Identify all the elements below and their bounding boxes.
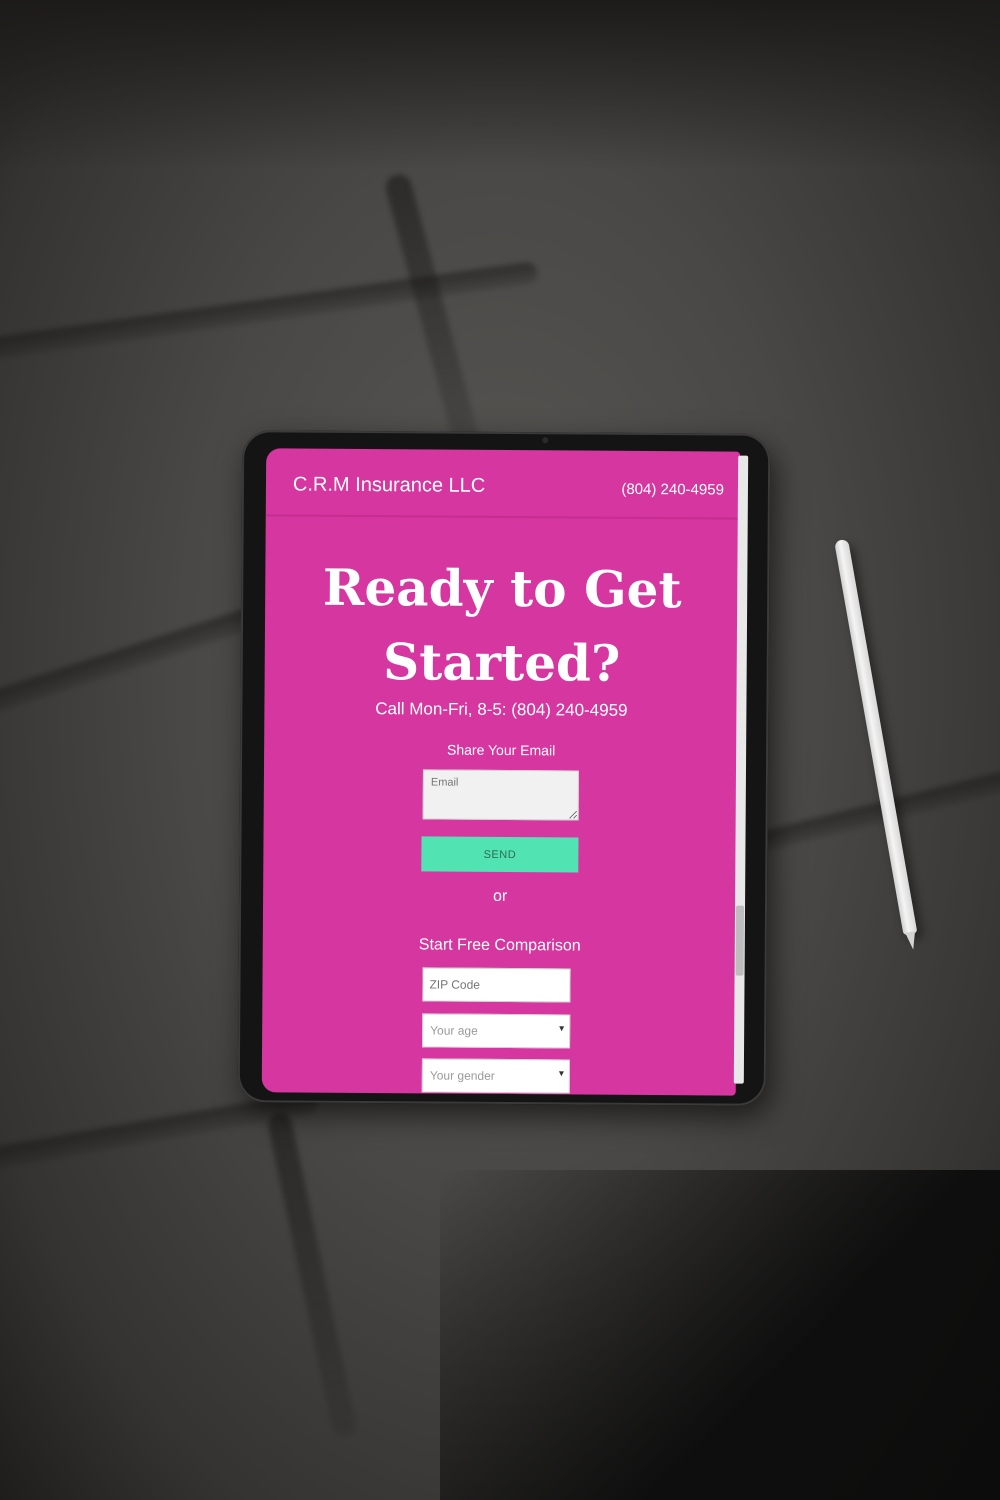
cushion-seam	[0, 604, 267, 718]
gender-select-value: Your gender	[429, 1068, 495, 1083]
hero-title-line-2: Started?	[382, 632, 621, 693]
background-shadow-bottom	[440, 1170, 1000, 1500]
background-shadow-top	[0, 0, 1000, 170]
chevron-down-icon: ▾	[559, 1023, 565, 1035]
hero-heading: Ready to Get Started?	[264, 550, 739, 701]
brand-logo-text[interactable]: C.R.M Insurance LLC	[293, 474, 485, 498]
tablet-device: C.R.M Insurance LLC (804) 240-4959 Ready…	[237, 430, 771, 1106]
comparison-heading: Start Free Comparison	[418, 936, 581, 955]
call-hours-text[interactable]: Call Mon-Fri, 8-5: (804) 240-4959	[264, 698, 738, 721]
stylus-pen	[834, 538, 919, 951]
cushion-seam	[0, 261, 539, 361]
zip-code-input[interactable]	[422, 967, 571, 1003]
scrollbar-thumb[interactable]	[735, 905, 745, 976]
age-select-value: Your age	[430, 1023, 478, 1038]
site-header: C.R.M Insurance LLC (804) 240-4959	[265, 448, 741, 520]
gender-select[interactable]: Your gender ▾	[421, 1058, 570, 1094]
or-divider: or	[492, 887, 508, 906]
camera-icon	[542, 437, 549, 444]
cushion-seam	[265, 1111, 359, 1439]
age-select[interactable]: Your age ▾	[422, 1013, 571, 1049]
photo-background: C.R.M Insurance LLC (804) 240-4959 Ready…	[0, 0, 1000, 1500]
hero-title-line-1: Ready to Get	[322, 557, 682, 620]
tablet-screen: C.R.M Insurance LLC (804) 240-4959 Ready…	[261, 448, 741, 1096]
stylus-tip	[905, 931, 919, 951]
cushion-seam	[382, 171, 484, 459]
header-phone-link[interactable]: (804) 240-4959	[621, 481, 724, 499]
email-label: Share Your Email	[446, 741, 556, 759]
email-input[interactable]	[422, 769, 579, 821]
send-button[interactable]: SEND	[421, 836, 579, 873]
chevron-down-icon: ▾	[558, 1068, 564, 1080]
